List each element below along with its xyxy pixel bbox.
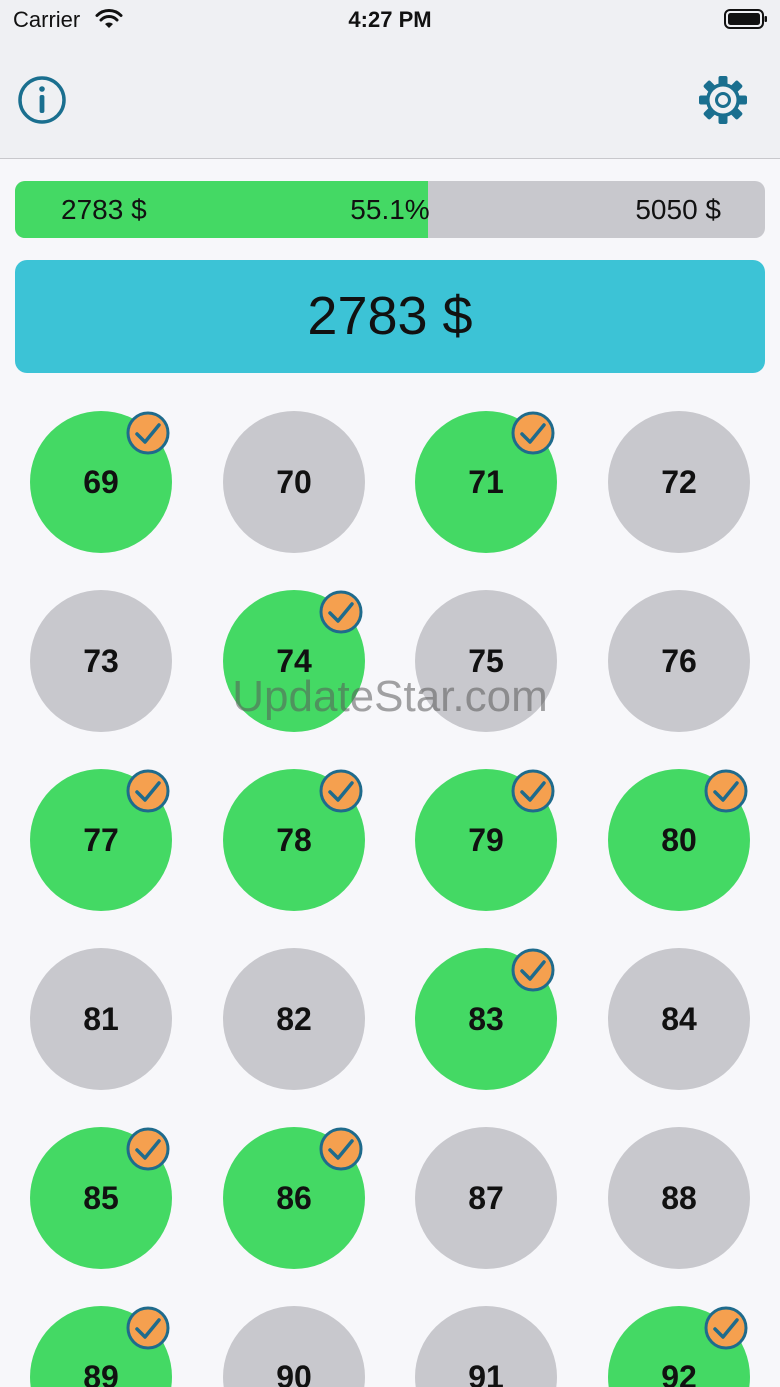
number-cell-label: 82 xyxy=(276,1001,312,1037)
checkmark-icon xyxy=(319,769,363,813)
number-cell[interactable]: 80 xyxy=(608,769,750,911)
number-grid: 69 70 71 72 73 74 75 76 77 78 79 80 81 82 83 84 85 86 87 88… xyxy=(0,411,780,1387)
nav-bar xyxy=(0,40,780,159)
number-cell[interactable]: 84 xyxy=(608,948,750,1090)
number-cell[interactable]: 79 xyxy=(415,769,557,911)
number-cell[interactable]: 85 xyxy=(30,1127,172,1269)
number-cell[interactable]: 82 xyxy=(223,948,365,1090)
number-cell[interactable]: 81 xyxy=(30,948,172,1090)
number-cell[interactable]: 75 xyxy=(415,590,557,732)
gear-icon[interactable] xyxy=(696,73,750,127)
number-cell[interactable]: 87 xyxy=(415,1127,557,1269)
info-icon[interactable] xyxy=(16,74,68,126)
number-cell-label: 75 xyxy=(468,643,504,679)
number-cell[interactable]: 83 xyxy=(415,948,557,1090)
checkmark-icon xyxy=(126,1127,170,1171)
battery-icon xyxy=(724,9,767,29)
number-cell[interactable]: 74 xyxy=(223,590,365,732)
savings-progress-bar: 2783 $ 55.1% 5050 $ xyxy=(15,181,765,238)
checkmark-icon xyxy=(319,1127,363,1171)
checkmark-icon xyxy=(511,769,555,813)
checkmark-icon xyxy=(126,769,170,813)
number-cell-label: 76 xyxy=(661,643,697,679)
number-cell-label: 87 xyxy=(468,1180,504,1216)
number-cell[interactable]: 86 xyxy=(223,1127,365,1269)
checkmark-icon xyxy=(511,411,555,455)
number-cell-label: 72 xyxy=(661,464,697,500)
number-cell[interactable]: 71 xyxy=(415,411,557,553)
checkmark-icon xyxy=(126,1306,170,1350)
progress-goal-amount: 5050 $ xyxy=(635,194,721,225)
number-cell[interactable]: 88 xyxy=(608,1127,750,1269)
total-amount-button[interactable]: 2783 $ xyxy=(15,260,765,373)
number-cell[interactable]: 73 xyxy=(30,590,172,732)
number-cell[interactable]: 78 xyxy=(223,769,365,911)
number-cell-label: 88 xyxy=(661,1180,697,1216)
clock: 4:27 PM xyxy=(348,7,432,32)
checkmark-icon xyxy=(511,948,555,992)
checkmark-icon xyxy=(126,411,170,455)
number-cell[interactable]: 92 xyxy=(608,1306,750,1387)
status-bar: Carrier 4:27 PM xyxy=(0,0,780,40)
number-cell-label: 91 xyxy=(468,1359,504,1387)
number-cell-label: 73 xyxy=(83,643,119,679)
number-cell-label: 70 xyxy=(276,464,312,500)
number-cell[interactable]: 76 xyxy=(608,590,750,732)
number-cell[interactable]: 69 xyxy=(30,411,172,553)
number-cell[interactable]: 77 xyxy=(30,769,172,911)
checkmark-icon xyxy=(704,1306,748,1350)
number-cell-label: 90 xyxy=(276,1359,312,1387)
number-cell[interactable]: 72 xyxy=(608,411,750,553)
number-cell-label: 84 xyxy=(661,1001,697,1037)
number-cell[interactable]: 91 xyxy=(415,1306,557,1387)
checkmark-icon xyxy=(319,590,363,634)
number-cell[interactable]: 70 xyxy=(223,411,365,553)
checkmark-icon xyxy=(704,769,748,813)
number-cell[interactable]: 90 xyxy=(223,1306,365,1387)
number-cell[interactable]: 89 xyxy=(30,1306,172,1387)
number-cell-label: 81 xyxy=(83,1001,119,1037)
